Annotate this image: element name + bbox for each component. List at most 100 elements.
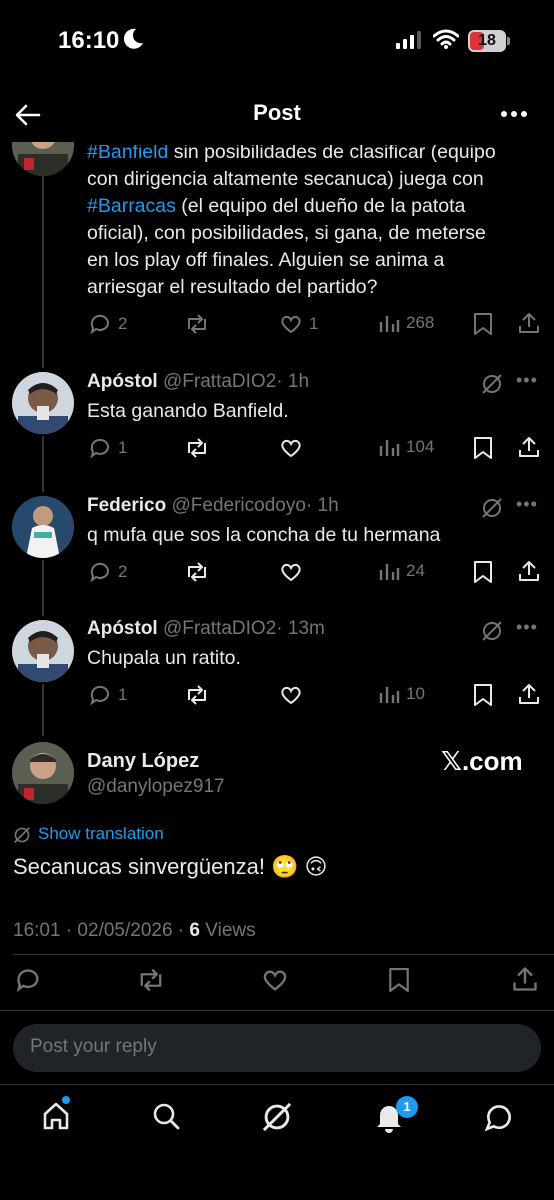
avatar[interactable]	[12, 496, 74, 558]
bookmark-icon[interactable]	[472, 683, 494, 707]
wifi-icon	[433, 29, 459, 49]
divider	[0, 1084, 554, 1085]
reply-header: Apóstol @FrattaDIO2· 1h	[87, 371, 309, 393]
reply-action[interactable]: 1	[88, 683, 127, 707]
reply-icon	[90, 562, 109, 583]
reply-header: Federico @Federicodoyo· 1h	[87, 495, 339, 517]
views-action[interactable]: 10	[378, 683, 425, 705]
reply-action[interactable]: 2	[88, 560, 127, 584]
bookmark-icon[interactable]	[472, 560, 494, 584]
author-name[interactable]: Dany López	[87, 750, 199, 773]
repost-icon[interactable]	[184, 436, 210, 460]
author-handle[interactable]: @FrattaDIO2	[163, 371, 276, 392]
like-action[interactable]: 1	[279, 312, 318, 336]
bookmark-icon[interactable]	[472, 312, 494, 336]
post-time: · 13m	[276, 618, 325, 639]
author-handle[interactable]: @danylopez917	[87, 776, 225, 798]
author-handle[interactable]: @FrattaDIO2	[163, 618, 276, 639]
share-icon[interactable]	[511, 965, 539, 993]
reply-placeholder: Post your reply	[30, 1036, 157, 1057]
translate-grok-icon	[14, 827, 30, 843]
post-text-line: arriesgar el resultado del partido?	[87, 276, 378, 298]
post-text-line: con dirigencia altamente secanuca) juega…	[87, 168, 484, 190]
author-handle[interactable]: @Federicodoyo	[171, 495, 305, 516]
heart-icon	[281, 315, 301, 334]
heart-icon[interactable]	[261, 966, 289, 994]
post-text-line: oficial), con posibilidades, si gana, de…	[87, 222, 486, 244]
reply-header: Apóstol @FrattaDIO2· 13m	[87, 618, 325, 640]
share-icon[interactable]	[517, 435, 541, 459]
repost-action[interactable]	[184, 312, 210, 336]
grok-icon[interactable]	[481, 497, 503, 519]
share-icon[interactable]	[517, 559, 541, 583]
home-notification-dot	[62, 1096, 70, 1104]
post-text-line: en los play off finales. Alguien se anim…	[87, 249, 445, 271]
grok-icon[interactable]	[481, 620, 503, 642]
reply-icon[interactable]	[14, 966, 42, 994]
reply-action[interactable]: 2	[88, 312, 127, 336]
like-count: 1	[309, 314, 319, 333]
reply-icon	[90, 314, 109, 335]
reply-action[interactable]: 1	[88, 436, 127, 460]
author-name[interactable]: Apóstol	[87, 618, 158, 639]
grok-icon[interactable]	[481, 373, 503, 395]
post-text-line: sin posibilidades de clasificar (equipo	[168, 141, 496, 163]
views-chart-icon	[379, 440, 400, 456]
views-action[interactable]: 24	[378, 560, 425, 582]
battery-tip	[507, 37, 510, 45]
post-text-line: (el equipo del dueño de la patota	[175, 195, 466, 217]
share-icon[interactable]	[517, 311, 541, 335]
post-timestamp: 16:01 · 02/05/2026 · 6 Views	[13, 920, 256, 942]
thread-line	[42, 684, 44, 736]
reply-text: q mufa que sos la concha de tu hermana	[87, 524, 441, 546]
repost-icon	[188, 314, 206, 334]
heart-icon[interactable]	[279, 683, 303, 707]
hashtag-link[interactable]: #Barracas	[87, 195, 176, 217]
more-options-icon[interactable]: •••	[516, 617, 538, 638]
moon-icon	[123, 28, 143, 49]
more-options-icon-overlay[interactable]	[500, 108, 528, 120]
reply-icon	[90, 685, 109, 706]
status-time: 16:10	[58, 27, 120, 54]
repost-icon[interactable]	[136, 966, 166, 994]
reply-count: 2	[118, 314, 128, 333]
reply-icon	[90, 438, 109, 459]
views-action[interactable]: 268	[378, 312, 434, 334]
avatar[interactable]	[12, 620, 74, 682]
repost-icon[interactable]	[184, 683, 210, 707]
views-chart-icon	[379, 564, 400, 580]
grok-icon[interactable]	[261, 1101, 293, 1133]
avatar[interactable]	[12, 742, 74, 804]
hashtag-link[interactable]: #Banfield	[87, 145, 168, 163]
bookmark-icon[interactable]	[472, 436, 494, 460]
reply-count: 2	[118, 562, 128, 581]
home-icon[interactable]	[41, 1101, 71, 1131]
avatar[interactable]	[12, 372, 74, 434]
author-name[interactable]: Apóstol	[87, 371, 158, 392]
heart-icon[interactable]	[279, 436, 303, 460]
thread-line	[42, 176, 44, 368]
thread-line	[42, 436, 44, 492]
reply-text: Esta ganando Banfield.	[87, 400, 289, 422]
reply-count: 1	[118, 685, 128, 704]
divider	[0, 1010, 554, 1011]
reply-text: Chupala un ratito.	[87, 647, 241, 669]
post-time: · 1h	[276, 371, 310, 392]
divider	[13, 954, 554, 955]
author-name[interactable]: Federico	[87, 495, 166, 516]
views-label: Views	[200, 920, 256, 941]
more-options-icon[interactable]: •••	[516, 370, 538, 391]
views-action[interactable]: 104	[378, 436, 434, 458]
thread-line	[42, 560, 44, 616]
show-translation-link[interactable]: Show translation	[38, 824, 164, 844]
repost-icon[interactable]	[184, 560, 210, 584]
heart-icon[interactable]	[279, 560, 303, 584]
more-options-icon[interactable]: •••	[516, 494, 538, 515]
messages-icon[interactable]	[483, 1101, 515, 1133]
bookmark-icon[interactable]	[387, 966, 411, 994]
search-icon[interactable]	[151, 1101, 181, 1131]
views-count: 10	[406, 684, 425, 703]
share-icon[interactable]	[517, 682, 541, 706]
views-chart-icon	[379, 316, 400, 332]
timestamp-text: 16:01 · 02/05/2026 ·	[13, 920, 190, 941]
